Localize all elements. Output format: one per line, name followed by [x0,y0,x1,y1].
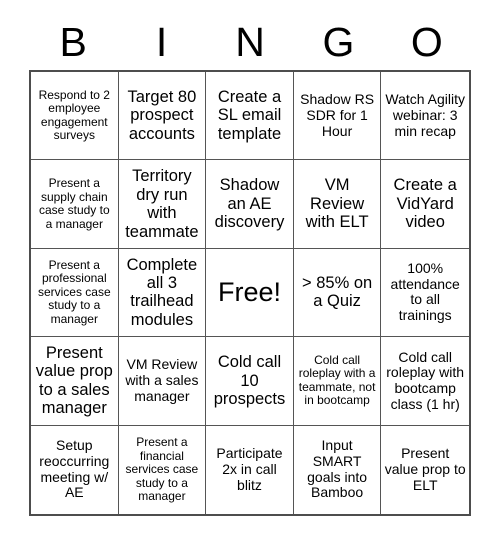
bingo-cell[interactable]: Target 80 prospect accounts [118,72,207,161]
bingo-header-letters: BINGO [29,14,471,70]
bingo-cell[interactable]: Shadow an AE discovery [206,160,294,249]
bingo-cell-label: Cold call roleplay with bootcamp class (… [386,348,465,412]
bingo-cell[interactable]: Watch Agility webinar: 3 min recap [381,72,469,161]
bingo-header-letter-o: O [410,18,443,65]
bingo-cell-label: Participate 2x in call blitz [216,445,283,493]
bingo-cell[interactable]: Participate 2x in call blitz [206,425,294,514]
bingo-cell[interactable]: VM Review with a sales manager [118,337,207,426]
bingo-cell[interactable]: Territory dry run with teammate [118,160,207,249]
bingo-cell-label: Setup reoccurring meeting w/ AE [39,437,110,501]
bingo-header-letter-i: I [155,18,168,65]
bingo-cell[interactable]: > 85% on a Quiz [293,248,382,338]
bingo-cell[interactable]: Present a professional services case stu… [31,248,119,338]
bingo-cell[interactable]: Create a VidYard video [381,160,469,249]
bingo-cell[interactable]: Complete all 3 trailhead modules [118,248,207,338]
bingo-cell-label: Complete all 3 trailhead modules [126,255,198,329]
bingo-cell-label: Create a VidYard video [393,176,457,232]
bingo-cell-label: Create a SL email template [217,87,282,143]
bingo-cell-label: Present a financial services case study … [125,435,199,503]
bingo-cell-label: VM Review with a sales manager [125,356,199,404]
bingo-cell[interactable]: Cold call 10 prospects [206,337,294,426]
bingo-card: B I N G O Respond to 2 employee engagement s… [0,0,500,544]
bingo-cell-label: Present a professional services case stu… [37,257,111,326]
bingo-cell-free-space[interactable]: Free! [206,248,294,338]
bingo-cell[interactable]: 100% attendance to all trainings [381,249,469,338]
bingo-cell[interactable]: Cold call roleplay with bootcamp class (… [381,337,469,426]
bingo-cell[interactable]: VM Review with ELT [293,160,382,249]
bingo-cell-label: Shadow RS SDR for 1 Hour [300,91,375,139]
bingo-cell-label: 100% attendance to all trainings [390,260,460,324]
bingo-cell-label: Cold call roleplay with a teammate, not … [298,353,376,408]
bingo-cell-label: Free! [217,277,281,308]
bingo-cell-label: Present value prop to a sales manager [35,343,113,418]
bingo-cell-label: Target 80 prospect accounts [127,87,197,143]
bingo-grid: Respond to 2 employee engagement surveys… [29,70,471,516]
bingo-cell-label: Present value prop to ELT [384,445,466,493]
bingo-cell[interactable]: Setup reoccurring meeting w/ AE [31,425,119,514]
bingo-cell[interactable]: Respond to 2 employee engagement surveys [31,72,119,161]
bingo-header-letter-b: B [59,18,87,65]
bingo-cell[interactable]: Shadow RS SDR for 1 Hour [293,72,382,161]
bingo-header-letter-n: N [235,18,265,65]
bingo-cell-label: Watch Agility webinar: 3 min recap [385,91,465,139]
bingo-cell-label: > 85% on a Quiz [302,274,373,311]
bingo-cell-label: VM Review with ELT [305,176,369,232]
bingo-cell-label: Input SMART goals into Bamboo [307,437,368,501]
bingo-cell-label: Territory dry run with teammate [125,167,199,241]
bingo-cell-label: Present a supply chain case study to a m… [38,176,110,231]
bingo-cell-label: Shadow an AE discovery [214,176,285,232]
bingo-cell-label: Respond to 2 employee engagement surveys [38,87,110,143]
bingo-cell[interactable]: Create a SL email template [206,72,294,161]
bingo-header-letter-g: G [322,18,355,65]
bingo-cell[interactable]: Present a supply chain case study to a m… [31,160,119,249]
bingo-cell[interactable]: Input SMART goals into Bamboo [294,425,382,514]
bingo-cell[interactable]: Present value prop to a sales manager [31,337,119,426]
bingo-cell[interactable]: Cold call roleplay with a teammate, not … [293,337,382,426]
bingo-cell[interactable]: Present value prop to ELT [381,426,469,514]
bingo-cell-label: Cold call 10 prospects [213,353,286,409]
bingo-cell[interactable]: Present a financial services case study … [119,425,207,514]
